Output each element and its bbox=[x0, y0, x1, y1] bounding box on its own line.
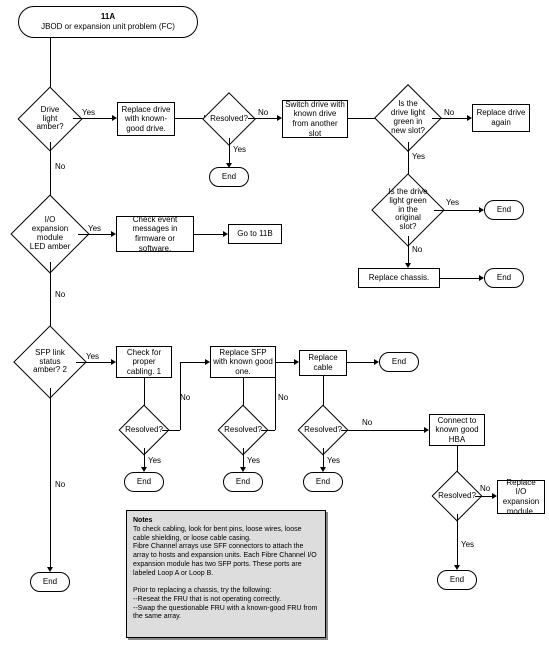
process-goto-11b: Go to 11B bbox=[228, 224, 282, 244]
edge-label: Yes bbox=[233, 145, 246, 154]
edge-label: No bbox=[55, 480, 65, 489]
decision-sfp-link: SFP link status amber? 2 bbox=[24, 336, 76, 388]
process-replace-drive-again: Replace drive again bbox=[472, 104, 530, 132]
start-node: 11A JBOD or expansion unit problem (FC) bbox=[18, 6, 198, 38]
notes-title: Notes bbox=[133, 517, 152, 524]
edge-label: Yes bbox=[148, 456, 161, 465]
decision-resolved-c4: Resolved? bbox=[439, 478, 475, 514]
decision-green-orig-slot: Is the drive light green in the original… bbox=[382, 184, 434, 236]
edge-label: Yes bbox=[247, 456, 260, 465]
end-c2: End bbox=[223, 472, 263, 492]
process-replace-io-module: Replace I/O expansion module. bbox=[497, 480, 545, 514]
edge-label: Yes bbox=[82, 108, 95, 117]
process-connect-hba: Connect to known good HBA bbox=[429, 414, 485, 446]
notes-line: --Reseat the FRU that is not operating c… bbox=[133, 596, 281, 603]
edge-label: No bbox=[362, 418, 372, 427]
notes-box: Notes To check cabling, look for bent pi… bbox=[126, 510, 326, 638]
end-1: End bbox=[209, 167, 249, 187]
decision-resolved-1: Resolved? bbox=[210, 100, 248, 138]
process-check-event: Check event messages in firmware or soft… bbox=[116, 216, 194, 252]
end-c4: End bbox=[437, 570, 477, 590]
edge-label: No bbox=[412, 245, 422, 254]
edge-label: No bbox=[258, 108, 268, 117]
edge-label: Yes bbox=[446, 198, 459, 207]
decision-green-new-slot: Is the drive light green in new slot? bbox=[384, 94, 432, 142]
process-replace-chassis: Replace chassis. bbox=[358, 268, 440, 288]
notes-line: Prior to replacing a chassis, try the fo… bbox=[133, 587, 272, 594]
end-3: End bbox=[484, 268, 524, 288]
decision-io-expansion-led: I/O expansion module LED amber bbox=[22, 206, 78, 262]
process-replace-drive: Replace drive with known-good drive. bbox=[117, 102, 175, 136]
end-left: End bbox=[30, 572, 70, 592]
notes-line: --Swap the questionable FRU with a known… bbox=[133, 605, 317, 621]
edge-label: Yes bbox=[327, 456, 340, 465]
process-check-cabling: Check for proper cabling. 1 bbox=[116, 346, 172, 378]
edge-label: No bbox=[180, 393, 190, 402]
edge-label: No bbox=[444, 108, 454, 117]
decision-resolved-c2: Resolved? bbox=[225, 412, 261, 448]
edge-label: No bbox=[480, 484, 490, 493]
notes-line: Fibre Channel arrays use SFF connectors … bbox=[133, 543, 317, 576]
decision-resolved-c1: Resolved? bbox=[126, 412, 162, 448]
end-c-top: End bbox=[379, 352, 419, 372]
end-c1: End bbox=[124, 472, 164, 492]
process-replace-cable: Replace cable bbox=[299, 350, 347, 376]
edge-label: No bbox=[278, 393, 288, 402]
edge-label: No bbox=[55, 162, 65, 171]
edge-label: Yes bbox=[412, 152, 425, 161]
process-switch-drive: Switch drive with known drive from anoth… bbox=[282, 100, 348, 138]
edge-label: Yes bbox=[461, 540, 474, 549]
edge-label: Yes bbox=[86, 352, 99, 361]
start-subtitle: JBOD or expansion unit problem (FC) bbox=[41, 22, 175, 32]
process-replace-sfp: Replace SFP with known good one. bbox=[210, 346, 276, 378]
decision-drive-light: Drive light amber? bbox=[27, 96, 73, 142]
end-2: End bbox=[484, 200, 524, 220]
edge-label: Yes bbox=[88, 224, 101, 233]
end-c3: End bbox=[303, 472, 343, 492]
start-title: 11A bbox=[101, 12, 115, 22]
edge-label: No bbox=[55, 290, 65, 299]
notes-line: To check cabling, look for bent pins, lo… bbox=[133, 526, 301, 542]
decision-resolved-c3: Resolved? bbox=[305, 412, 341, 448]
